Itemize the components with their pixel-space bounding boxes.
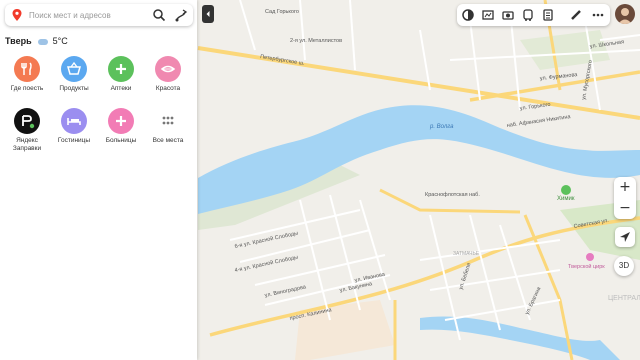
category-eat[interactable]: Где поесть [3,56,51,93]
zoom-controls: + − [614,177,636,219]
category-label: Яндекс Заправки [12,137,42,152]
route-icon[interactable] [174,8,188,22]
category-label: Продукты [59,85,89,92]
street-label-krasnoflot: Краснофлотская наб. [425,192,480,198]
user-avatar[interactable] [615,4,635,24]
fuel-icon [14,108,40,134]
category-label: Красота [155,85,181,92]
poi-label-himik: Химик [557,196,575,202]
poi-label-circus: Тверской цирк [568,263,605,270]
poi-label-sad: Сад Горького [265,9,299,15]
3d-mode-button[interactable]: 3D [614,256,634,276]
medical-plus-icon [108,108,134,134]
chevron-left-icon [206,11,210,17]
lips-icon [155,56,181,82]
grid-dots-icon [155,108,181,134]
category-hospitals[interactable]: Больницы [97,108,145,145]
weather-widget: Тверь 5°C [5,36,68,46]
category-label: Все места [152,137,184,144]
collapse-panel-button[interactable] [202,5,214,23]
cloud-icon [38,38,49,45]
category-gas[interactable]: Яндекс Заправки [3,108,51,153]
category-label: Где поесть [10,85,44,92]
search-input[interactable] [29,7,147,23]
category-pharmacy[interactable]: Аптеки [97,56,145,93]
search-icon[interactable] [152,8,166,22]
panorama-icon[interactable] [481,8,495,22]
layers-circle-icon[interactable] [461,8,475,22]
plus-icon [108,56,134,82]
category-products[interactable]: Продукты [50,56,98,93]
category-label: Больницы [105,137,137,144]
circus-icon [586,253,594,261]
camera-icon[interactable] [501,8,515,22]
locate-me-button[interactable] [615,227,635,247]
category-hotels[interactable]: Гостиницы [50,108,98,145]
transport-icon[interactable] [521,8,535,22]
street-label-metallistov: 2-я ул. Металлистов [290,38,342,44]
map-pin-icon [12,9,22,21]
bed-icon [61,108,87,134]
side-panel: Тверь 5°C Где поесть Продукты Аптеки [0,0,197,360]
category-label: Аптеки [110,85,132,92]
stadium-icon [561,185,571,195]
search-box[interactable] [5,4,193,26]
river-label: р. Волга [429,124,454,130]
district-label-zatmache: ЗАТМАЧЬЕ [453,251,480,257]
fork-knife-icon [14,56,40,82]
category-beauty[interactable]: Красота [144,56,192,93]
zoom-out-button[interactable]: − [614,198,636,218]
category-label: Гостиницы [57,137,91,144]
map-layers-toolbar [457,4,610,26]
city-name: Тверь [5,36,32,46]
more-icon[interactable] [591,8,605,22]
category-all[interactable]: Все места [144,108,192,145]
traffic-icon[interactable] [541,8,555,22]
temperature: 5°C [52,36,68,46]
ruler-icon[interactable] [569,8,583,22]
zoom-in-button[interactable]: + [614,177,636,197]
basket-icon [61,56,87,82]
district-label-centr: ЦЕНТРАЛЬНЫЙ РАЙОН [608,293,640,302]
navigation-arrow-icon [620,232,630,242]
